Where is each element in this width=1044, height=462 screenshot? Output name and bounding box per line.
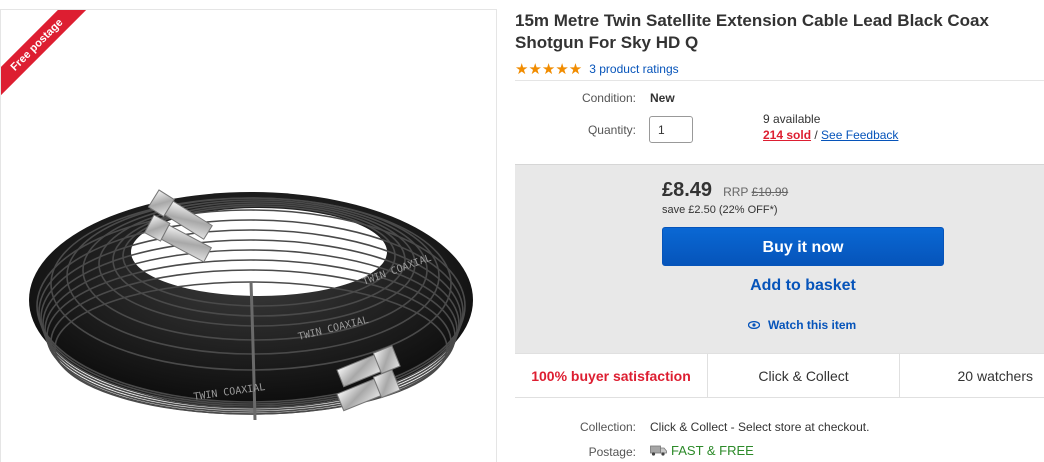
price-row: £8.49 RRP £10.99 <box>662 179 788 202</box>
condition-value: New <box>650 91 675 105</box>
rrp: RRP £10.99 <box>723 185 788 199</box>
sold-count-link[interactable]: 214 sold <box>763 128 811 142</box>
postage-label: Postage: <box>588 445 636 459</box>
rrp-value: £10.99 <box>751 185 789 199</box>
click-collect-badge: Click & Collect <box>707 354 899 398</box>
purchase-box: £8.49 RRP £10.99 save £2.50 (22% OFF*) B… <box>515 164 1044 354</box>
listing-title: 15m Metre Twin Satellite Extension Cable… <box>515 11 989 52</box>
quantity-label: Quantity: <box>587 123 636 137</box>
ratings-row: ★★★★★ 3 product ratings <box>515 60 679 78</box>
watchers-count: 20 watchers <box>899 354 1044 398</box>
add-to-basket-button[interactable]: Add to basket <box>662 273 944 299</box>
free-postage-ribbon: Free postage <box>1 10 100 109</box>
divider <box>515 80 1044 81</box>
truck-icon <box>650 445 667 456</box>
postage-value-label: FAST & FREE <box>671 443 754 458</box>
collection-value: Click & Collect - Select store at checko… <box>650 420 870 434</box>
postage-value: FAST & FREE <box>650 443 754 458</box>
savings-text: save £2.50 (22% OFF*) <box>662 204 778 216</box>
separator: / <box>811 128 822 142</box>
quantity-input[interactable] <box>649 116 693 143</box>
available-count: 9 available <box>763 112 821 126</box>
watch-item-link[interactable]: Watch this item <box>748 318 856 332</box>
buyer-satisfaction: 100% buyer satisfaction <box>531 368 691 384</box>
watch-item-label: Watch this item <box>768 318 857 332</box>
star-icon: ★★★★★ <box>515 61 583 78</box>
rrp-label: RRP <box>723 185 749 199</box>
seller-stats: 100% buyer satisfaction Click & Collect … <box>515 353 1044 398</box>
collection-label: Collection: <box>579 420 636 434</box>
eye-icon <box>748 321 760 329</box>
product-image: TWIN COAXIAL TWIN COAXIAL TWIN COAXIAL <box>29 189 473 421</box>
buy-it-now-button[interactable]: Buy it now <box>662 227 944 266</box>
product-ratings-link[interactable]: 3 product ratings <box>589 62 678 76</box>
sold-feedback-line: 214 sold / See Feedback <box>763 128 898 142</box>
ribbon-label: Free postage <box>1 10 98 106</box>
product-image-panel[interactable]: Free postage TWIN COAXIAL TWIN COAXIAL T… <box>0 9 497 462</box>
condition-label: Condition: <box>581 91 636 105</box>
price: £8.49 <box>662 179 713 201</box>
see-feedback-link[interactable]: See Feedback <box>821 128 898 142</box>
